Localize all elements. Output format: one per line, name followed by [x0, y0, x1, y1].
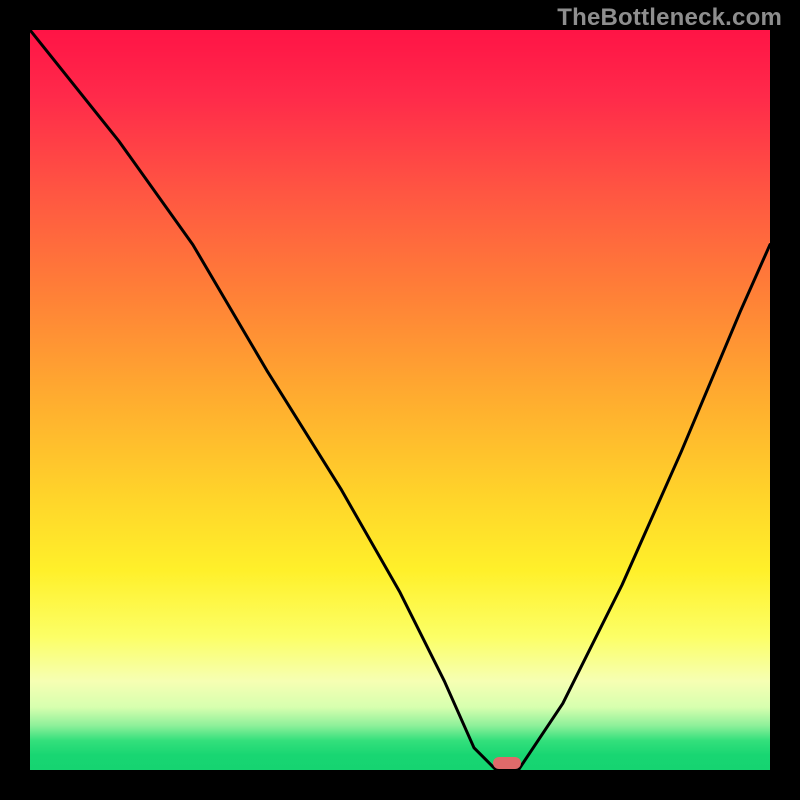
optimal-marker [493, 757, 521, 769]
bottleneck-curve [30, 30, 770, 770]
curve-path [30, 30, 770, 770]
chart-frame: TheBottleneck.com [0, 0, 800, 800]
plot-area [30, 30, 770, 770]
watermark-text: TheBottleneck.com [557, 4, 782, 32]
